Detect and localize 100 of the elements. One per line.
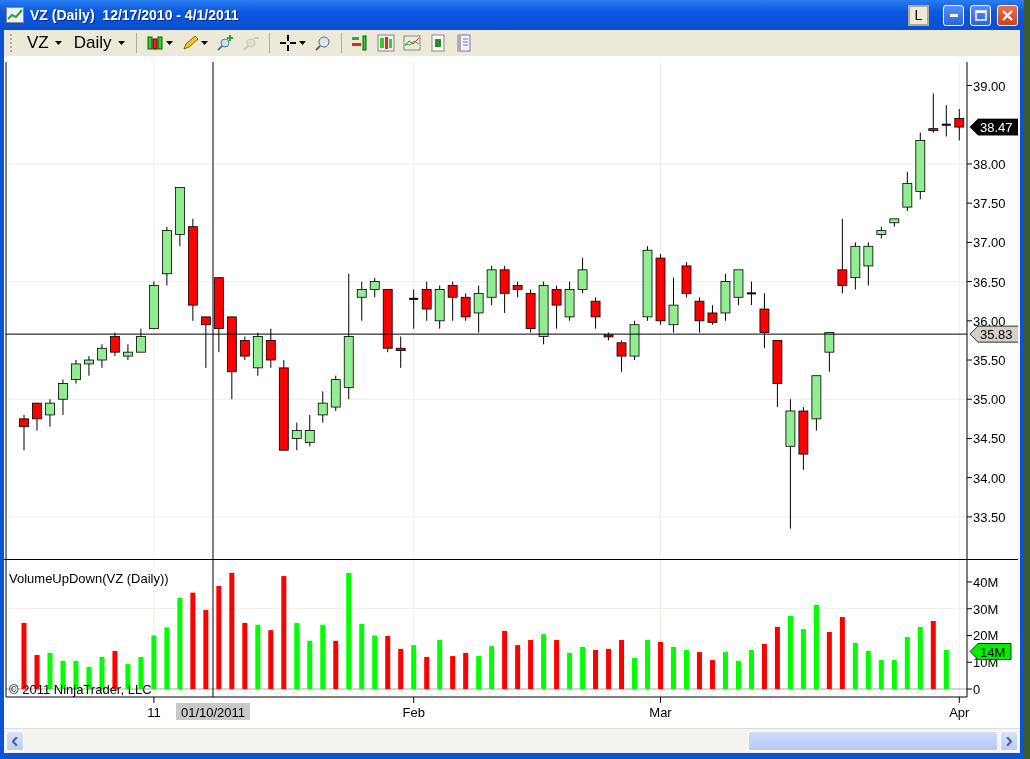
- volume-bar: [645, 640, 650, 689]
- instrument-dropdown[interactable]: VZ: [23, 33, 66, 53]
- candle: [564, 281, 575, 322]
- candle: [525, 288, 536, 334]
- volume-bar: [528, 640, 534, 689]
- volume-bar: [606, 648, 612, 689]
- candle: [71, 359, 81, 385]
- caret-icon: [54, 41, 62, 45]
- candle: [499, 265, 510, 314]
- candle: [304, 414, 315, 447]
- axis-label: 34.00: [973, 470, 1006, 486]
- volume-bar: [865, 651, 871, 689]
- candle: [200, 316, 211, 369]
- crosshair-icon: [278, 34, 297, 52]
- volume-bar: [684, 649, 689, 689]
- window-title: VZ (Daily) 12/17/2010 - 4/1/2011: [30, 7, 240, 23]
- zoom-out-icon: [241, 34, 260, 52]
- chart-app-icon: [6, 7, 24, 23]
- maximize-button[interactable]: [970, 4, 991, 26]
- volume-bar: [398, 648, 404, 689]
- chevron-left-icon: [12, 736, 18, 746]
- caret-icon: [298, 41, 306, 45]
- layout-button[interactable]: L: [908, 4, 929, 26]
- candle: [772, 339, 783, 408]
- axis-label: 37.00: [973, 235, 1006, 251]
- candle: [123, 343, 133, 361]
- candle: [551, 285, 562, 330]
- axis-label: 35.50: [973, 353, 1006, 368]
- candle: [19, 414, 29, 451]
- candle: [369, 277, 380, 298]
- volume-bar: [320, 624, 326, 689]
- candle: [694, 296, 705, 334]
- maximize-icon: [974, 9, 987, 21]
- candle: [32, 402, 42, 432]
- candle: [356, 281, 367, 322]
- candle: [954, 108, 965, 141]
- volume-bar: [502, 630, 508, 689]
- candle: [707, 304, 718, 326]
- close-button[interactable]: [997, 4, 1018, 26]
- volume-bar: [385, 636, 391, 689]
- caret-icon: [117, 41, 125, 45]
- volume-bar: [852, 642, 858, 689]
- volume-bar: [826, 632, 832, 689]
- candle: [45, 398, 55, 428]
- volume-bar: [541, 634, 547, 689]
- axis-label: 39.00: [973, 78, 1006, 94]
- candlestick-icon: [145, 34, 164, 52]
- volume-bar: [489, 646, 495, 689]
- axis-label: 0: [973, 682, 981, 697]
- candle: [291, 422, 302, 451]
- close-icon: [1002, 9, 1013, 21]
- candle: [382, 288, 393, 353]
- axis-label: 34.50: [973, 431, 1006, 447]
- minimize-button[interactable]: [943, 4, 964, 26]
- volume-bar: [151, 635, 157, 689]
- volume-bar: [904, 637, 910, 689]
- candle: [590, 296, 601, 330]
- dollar-document-icon: [428, 34, 447, 52]
- volume-bar: [930, 621, 936, 689]
- candle: [149, 281, 159, 330]
- volume-bar: [359, 623, 365, 689]
- axis-label: 20M: [973, 628, 999, 644]
- axis-label: 40M: [973, 574, 999, 590]
- candle: [486, 265, 497, 306]
- candlestick-icon: [376, 34, 395, 52]
- candle: [603, 332, 614, 341]
- volume-bar: [554, 640, 560, 689]
- candle: [668, 277, 679, 334]
- axis-label: 37.50: [973, 196, 1006, 212]
- volume-bar: [255, 624, 261, 689]
- volume-bar: [294, 622, 300, 689]
- bars-icon: [350, 34, 369, 52]
- volume-bar: [333, 640, 339, 689]
- last-price-label: 38.47: [969, 118, 1018, 136]
- interval-dropdown[interactable]: Daily: [69, 33, 129, 53]
- volume-bar: [593, 649, 599, 689]
- scroll-right-button[interactable]: [1000, 731, 1018, 751]
- axis-label: 35.00: [973, 392, 1006, 408]
- volume-bar: [878, 660, 884, 689]
- axis-label: 11: [147, 705, 161, 720]
- volume-bar: [800, 629, 806, 689]
- volume-bar: [268, 630, 274, 689]
- chevron-right-icon: [1006, 736, 1012, 746]
- volume-bar: [372, 635, 378, 689]
- volume-bar: [164, 627, 170, 689]
- volume-bar: [580, 647, 586, 689]
- candle: [97, 343, 107, 369]
- volume-bar: [476, 656, 482, 689]
- scroll-left-button[interactable]: [6, 731, 24, 751]
- candle: [434, 285, 445, 330]
- caret-icon: [200, 41, 208, 45]
- candle: [850, 241, 861, 290]
- volume-bar: [567, 652, 573, 689]
- volume-bar: [943, 649, 949, 689]
- volume-bar: [722, 652, 728, 689]
- scrollbar-thumb[interactable]: [748, 731, 998, 751]
- zoom-in-icon: [215, 34, 234, 52]
- volume-bar: [658, 641, 663, 689]
- candle: [421, 281, 432, 322]
- crosshair-date-label: 01/10/2011: [176, 703, 250, 720]
